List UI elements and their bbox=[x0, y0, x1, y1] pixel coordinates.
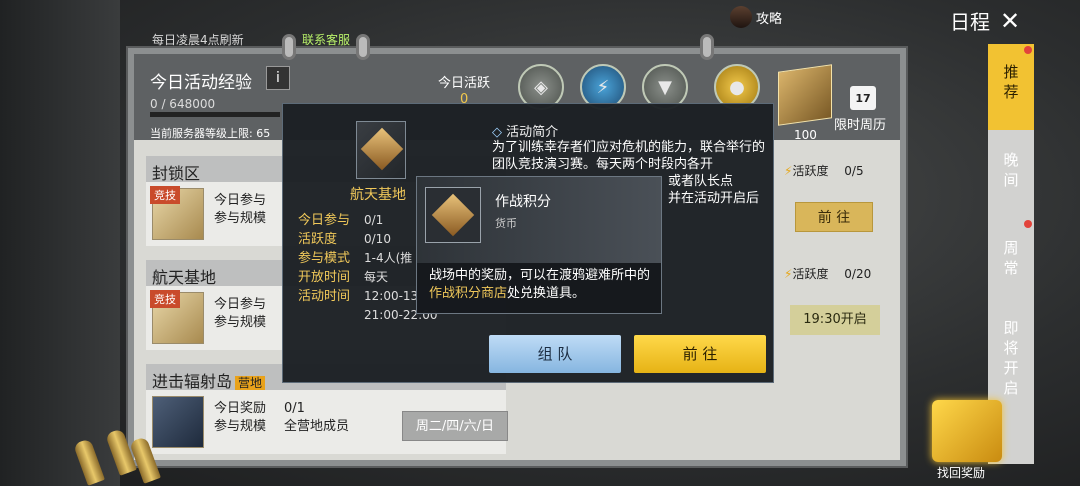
intro-title: 活动简介 bbox=[506, 125, 559, 140]
tab-weekly[interactable]: 周常 bbox=[988, 218, 1034, 310]
info-button[interactable]: i bbox=[266, 66, 290, 90]
tab-evening[interactable]: 晚间 bbox=[988, 132, 1034, 216]
activity-exp-title: 今日活动经验 bbox=[150, 73, 252, 93]
active-value: 0/5 bbox=[844, 164, 864, 178]
pvp-badge: 竞技 bbox=[150, 186, 180, 204]
weekly-calendar-label[interactable]: 限时周历 bbox=[834, 114, 886, 133]
camp-tag: 营地 bbox=[235, 376, 266, 390]
intro-header: ◇ 活动简介 bbox=[492, 121, 558, 140]
close-icon[interactable]: ✕ bbox=[1000, 7, 1020, 35]
reward-value: 0/1 bbox=[284, 401, 305, 416]
desc-text: 处兑换道具。 bbox=[507, 286, 586, 301]
activity-name: 进击辐射岛 bbox=[152, 372, 233, 391]
intro-line: 为了训练幸存者们应对危机的能力，联合举行的团队竞技演习赛。每天两个时段内各开 bbox=[492, 140, 766, 172]
reward-crate-icon[interactable] bbox=[778, 64, 832, 126]
tab-label: 周常 bbox=[1003, 239, 1019, 277]
refresh-note: 每日凌晨4点刷新 bbox=[152, 33, 244, 47]
schedule-days-button[interactable]: 周二/四/六/日 bbox=[402, 411, 508, 441]
strategy-label: 攻略 bbox=[756, 11, 783, 27]
clip-icon bbox=[282, 34, 296, 60]
exp-progress-bar bbox=[150, 112, 280, 117]
tab-recommend[interactable]: 推荐 bbox=[988, 44, 1034, 130]
combat-points-icon bbox=[356, 121, 406, 179]
server-level-cap: 当前服务器等级上限: 65 bbox=[150, 127, 271, 140]
popup-field-labels: 今日参与 活跃度 参与模式 开放时间 活动时间 bbox=[298, 211, 350, 306]
background-left-shadow bbox=[0, 0, 120, 486]
active-label: 活跃度 bbox=[792, 267, 829, 281]
gift-box-icon[interactable] bbox=[932, 400, 1002, 462]
combat-points-icon bbox=[425, 187, 481, 243]
participation-label: 今日参与 bbox=[214, 193, 267, 208]
participation-label: 今日参与 bbox=[214, 297, 267, 312]
field-label: 开放时间 bbox=[298, 270, 351, 285]
schedule-header: 日程 ✕ bbox=[950, 6, 1020, 35]
tab-label: 晚间 bbox=[1003, 151, 1019, 189]
tab-label: 即将开启 bbox=[1003, 319, 1019, 397]
popup-title: 航天基地 bbox=[350, 187, 406, 203]
go-button[interactable]: 前 往 bbox=[795, 202, 873, 232]
active-label: 活跃度 bbox=[792, 164, 829, 178]
pvp-badge: 竞技 bbox=[150, 290, 180, 308]
clip-icon bbox=[356, 34, 370, 60]
item-tooltip: 作战积分 货币 战场中的奖励，可以在渡鸦避难所中的作战积分商店处兑换道具。 bbox=[416, 176, 662, 314]
calendar-icon[interactable]: 17 bbox=[850, 86, 876, 110]
notification-dot bbox=[1024, 220, 1032, 228]
scale-label: 参与规模 bbox=[214, 315, 267, 330]
reward-crate-count: 100 bbox=[794, 128, 817, 142]
desc-text: 战场中的奖励，可以在渡鸦避难所中的 bbox=[429, 268, 651, 283]
field-label: 活动时间 bbox=[298, 289, 351, 304]
scale-label: 参与规模 bbox=[214, 419, 267, 434]
strategy-button[interactable]: 攻略 bbox=[730, 6, 782, 28]
today-active-label: 今日活跃 bbox=[438, 76, 491, 91]
scale-value: 全营地成员 bbox=[284, 419, 350, 434]
active-stat: ⚡活跃度 0/20 bbox=[784, 265, 871, 282]
recover-rewards-label[interactable]: 找回奖励 bbox=[937, 464, 985, 481]
notification-dot bbox=[1024, 46, 1032, 54]
clip-icon bbox=[700, 34, 714, 60]
shop-link[interactable]: 作战积分商店 bbox=[429, 286, 507, 301]
active-value: 0/20 bbox=[844, 267, 872, 281]
reward-label: 今日奖励 bbox=[214, 401, 267, 416]
field-label: 活跃度 bbox=[298, 232, 338, 247]
go-button[interactable]: 前 往 bbox=[634, 335, 766, 373]
field-label: 今日参与 bbox=[298, 213, 351, 228]
exp-value: 0 / 648000 bbox=[150, 97, 216, 111]
customer-service-link[interactable]: 联系客服 bbox=[302, 31, 350, 48]
tooltip-description: 战场中的奖励，可以在渡鸦避难所中的作战积分商店处兑换道具。 bbox=[429, 267, 655, 303]
bullet-icon: ◇ bbox=[492, 125, 502, 140]
vehicle-icon bbox=[152, 396, 204, 448]
open-time-button[interactable]: 19:30开启 bbox=[790, 305, 880, 335]
active-stat: ⚡活跃度 0/5 bbox=[784, 162, 864, 179]
team-button[interactable]: 组 队 bbox=[489, 335, 621, 373]
tooltip-type: 货币 bbox=[495, 217, 517, 230]
tab-label: 推荐 bbox=[1003, 63, 1019, 101]
tooltip-title: 作战积分 bbox=[495, 194, 551, 210]
strategy-avatar bbox=[730, 6, 752, 28]
field-label: 参与模式 bbox=[298, 251, 351, 266]
schedule-title: 日程 bbox=[950, 10, 990, 34]
scale-label: 参与规模 bbox=[214, 211, 267, 226]
